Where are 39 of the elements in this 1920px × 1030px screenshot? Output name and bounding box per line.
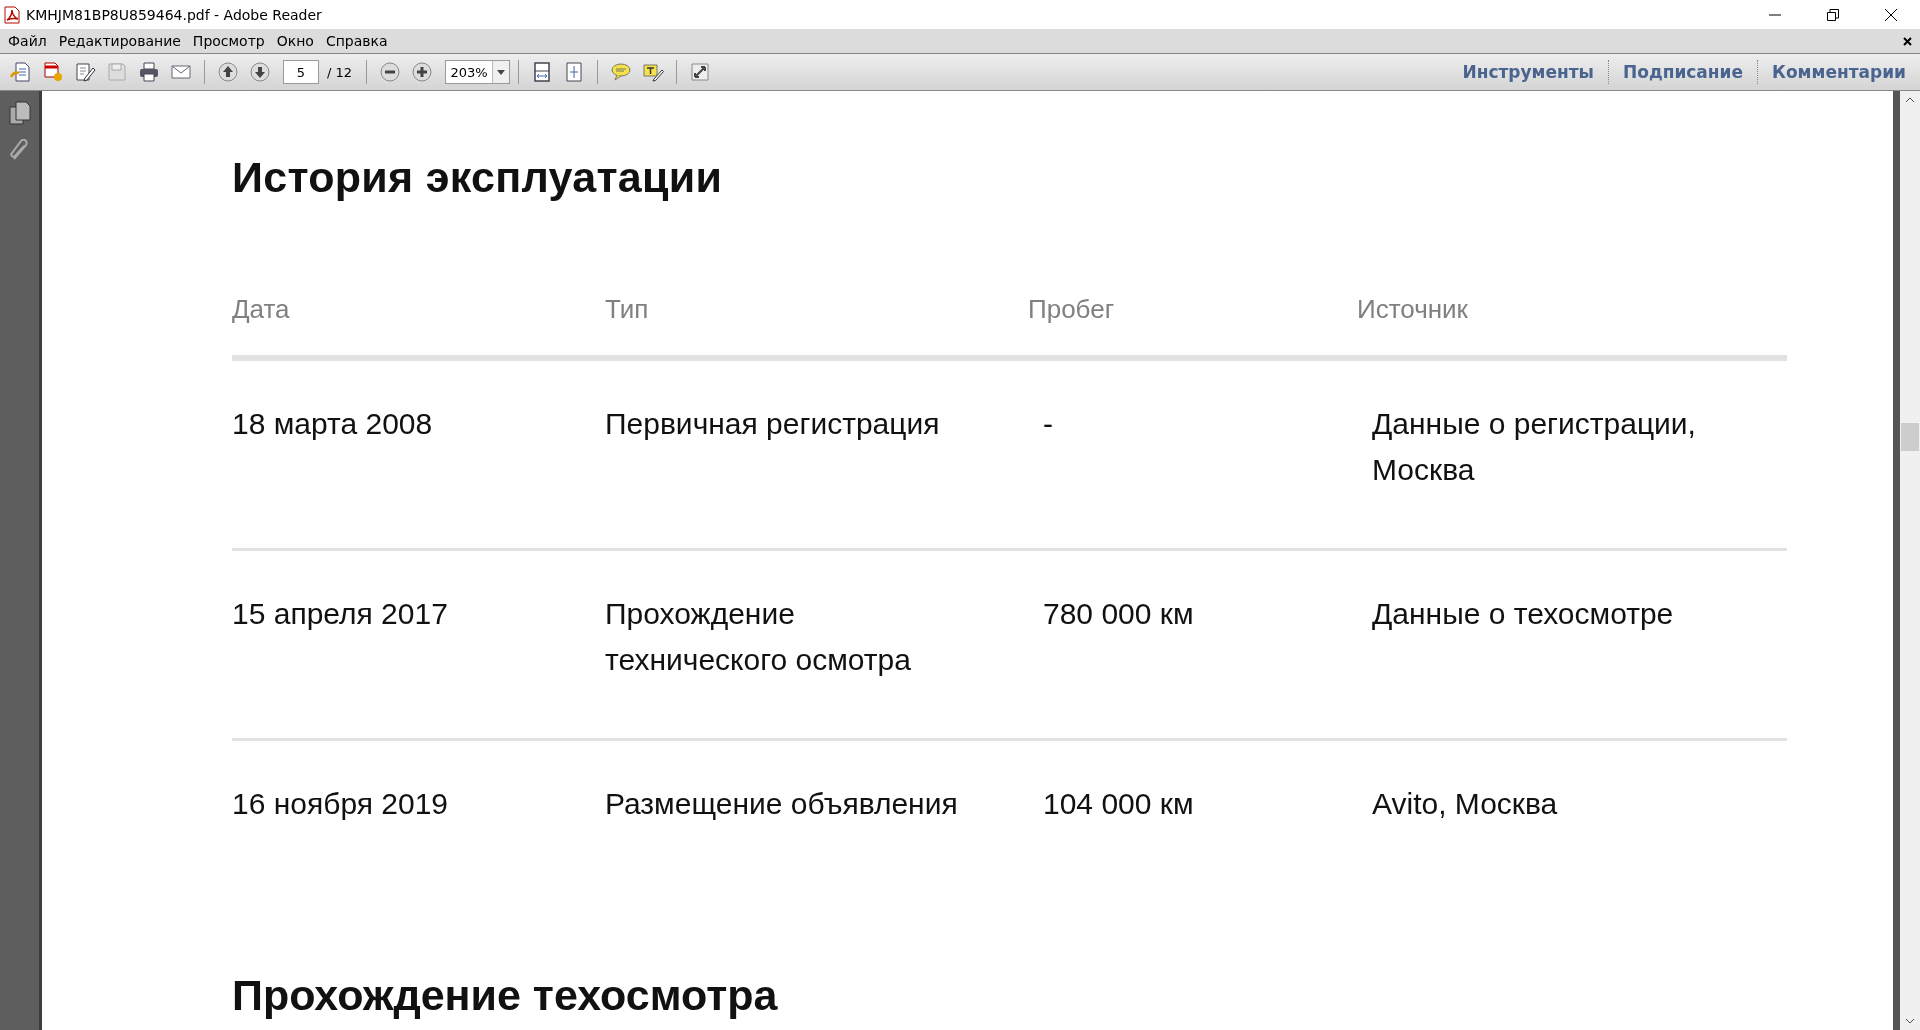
table-cell-text: 104 000 км: [1042, 786, 1195, 822]
scroll-up-icon[interactable]: [1905, 97, 1915, 103]
column-header: Источник: [1357, 294, 1469, 325]
page-count: / 12: [327, 64, 353, 80]
close-document-button[interactable]: [1903, 36, 1912, 46]
panel-link[interactable]: Подписание: [1609, 62, 1758, 82]
menu-item[interactable]: Файл: [2, 33, 53, 49]
table-cell-text: 16 ноября 2019: [232, 786, 450, 822]
section-heading: История эксплуатации: [232, 153, 724, 202]
table-cell-text: Данные о техосмотре: [1371, 596, 1675, 632]
menu-item[interactable]: Окно: [270, 33, 320, 49]
restore-icon[interactable]: [1827, 8, 1839, 21]
scroll-down-icon[interactable]: [1905, 1018, 1915, 1024]
column-header: Пробег: [1028, 294, 1116, 325]
panel-link[interactable]: Комментарии: [1758, 62, 1920, 82]
close-icon[interactable]: [1884, 7, 1898, 22]
table-cell-text: Прохождение технического осмотра: [605, 596, 912, 678]
column-header: Тип: [605, 294, 650, 325]
table-cell-text: Данные о регистрации, Москва: [1371, 406, 1697, 488]
page-number-field[interactable]: 5: [283, 60, 319, 84]
table-cell-text: 780 000 км: [1042, 596, 1195, 632]
section-heading: Прохождение техосмотра: [232, 970, 779, 1020]
pdf-file-icon: [4, 5, 20, 24]
table-cell-text: -: [1042, 406, 1054, 442]
caret-icon[interactable]: [497, 69, 506, 75]
table-cell-text: 15 апреля 2017: [232, 596, 449, 632]
pages-icon[interactable]: [8, 101, 31, 125]
menu-item[interactable]: Справка: [319, 33, 394, 49]
menu-item[interactable]: Просмотр: [186, 33, 271, 49]
scrollbar-thumb[interactable]: [1901, 423, 1919, 451]
table-cell-text: Avito, Москва: [1371, 786, 1559, 822]
table-cell-text: 18 марта 2008: [232, 406, 434, 442]
menu-item[interactable]: Редактирование: [52, 33, 187, 49]
window-title: KMHJM81BP8U859464.pdf - Adobe Reader: [26, 6, 323, 23]
table-cell-text: Размещение объявления: [605, 786, 959, 822]
zoom-dropdown[interactable]: 203%: [445, 60, 511, 84]
column-header: Дата: [232, 294, 291, 325]
panel-link[interactable]: Инструменты: [1448, 62, 1608, 82]
table-cell-text: Первичная регистрация: [605, 406, 941, 442]
